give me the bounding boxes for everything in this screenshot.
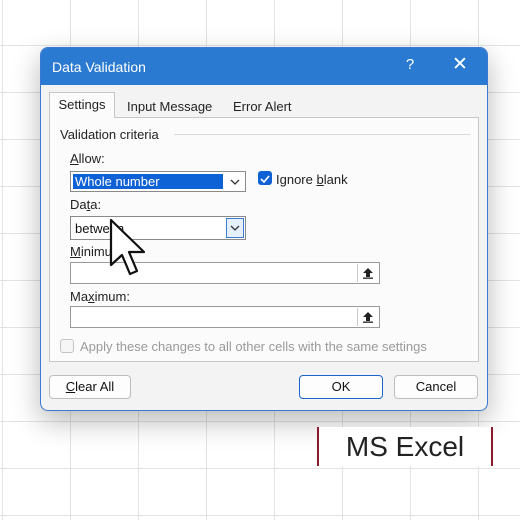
maximum-input[interactable]: [70, 306, 380, 328]
help-button[interactable]: ?: [399, 56, 421, 76]
ignore-blank-label: Ignore blank: [276, 172, 348, 187]
chevron-down-icon[interactable]: [225, 172, 245, 191]
ignore-blank-checkbox[interactable]: [258, 171, 272, 185]
chevron-down-icon[interactable]: [226, 218, 244, 238]
checkmark-icon: [260, 175, 270, 184]
apply-all-label: Apply these changes to all other cells w…: [80, 339, 427, 354]
minimum-label: Minimu: [70, 244, 112, 259]
tab-error-alert[interactable]: Error Alert: [233, 99, 292, 114]
tab-input-message[interactable]: Input Message: [127, 99, 212, 114]
ok-button[interactable]: OK: [299, 375, 383, 399]
close-button[interactable]: ✕: [448, 53, 472, 77]
range-selector-button[interactable]: [357, 264, 378, 282]
apply-all-checkbox[interactable]: [60, 339, 74, 353]
range-selector-button[interactable]: [357, 308, 378, 326]
allow-selected-value: Whole number: [73, 174, 223, 189]
watermark-label: MS Excel: [317, 427, 493, 466]
section-divider: [174, 134, 470, 135]
collapse-arrow-icon: [363, 312, 373, 323]
cancel-button[interactable]: Cancel: [394, 375, 478, 399]
allow-label: Allow:: [70, 151, 105, 166]
clear-all-button[interactable]: Clear All: [49, 375, 131, 399]
collapse-arrow-icon: [363, 268, 373, 279]
tab-settings[interactable]: Settings: [49, 92, 115, 118]
dialog-title: Data Validation: [52, 59, 146, 75]
dialog-titlebar: Data Validation ? ✕: [41, 48, 487, 85]
mouse-pointer-icon: [109, 218, 146, 276]
section-label: Validation criteria: [60, 127, 159, 142]
data-dropdown[interactable]: between: [70, 216, 246, 240]
data-label: Data:: [70, 197, 102, 212]
maximum-label: Maximum:: [70, 289, 130, 304]
allow-dropdown[interactable]: Whole number: [70, 171, 246, 192]
